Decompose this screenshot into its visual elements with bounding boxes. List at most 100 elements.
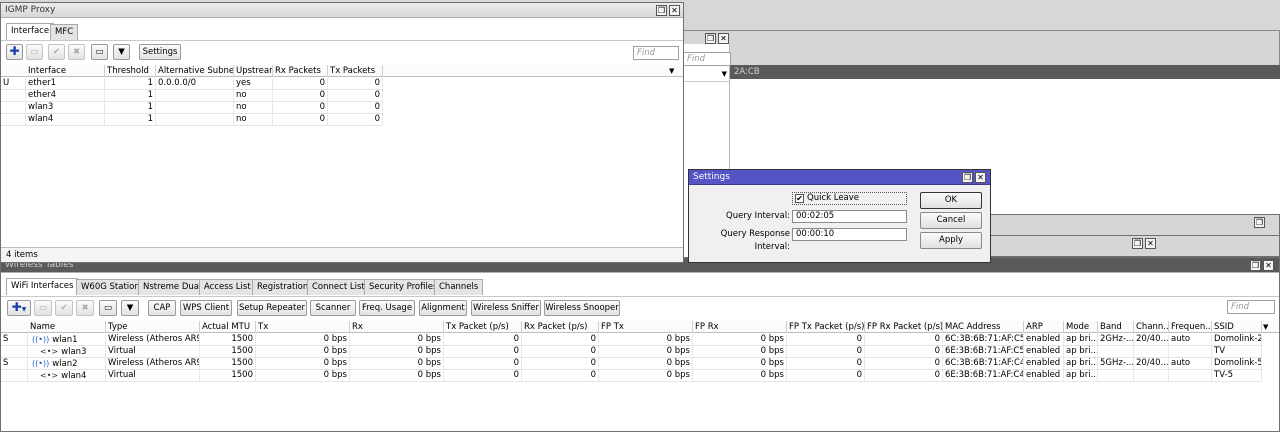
comment-button[interactable]: ▭ <box>91 44 108 60</box>
virtual-interface-icon: <•> <box>40 347 59 356</box>
add-button[interactable]: ✚▼ <box>7 300 31 316</box>
column-header-interface[interactable]: Interface <box>26 65 105 77</box>
igmp-find-input[interactable]: Find <box>633 46 679 60</box>
column-header-rx-packet-p-s-[interactable]: Rx Packet (p/s) <box>522 321 599 333</box>
filter-button[interactable]: ▼ <box>113 44 130 60</box>
igmp-titlebar[interactable]: IGMP Proxy <box>1 3 683 18</box>
tab-registration[interactable]: Registration <box>252 279 314 295</box>
alignment-button[interactable]: Alignment <box>419 300 467 316</box>
column-header-alternative-subnets[interactable]: Alternative Subnets <box>156 65 234 77</box>
restore-icon[interactable]: ❐ <box>1250 260 1261 271</box>
column-header-ssid[interactable]: SSID <box>1212 321 1262 333</box>
background-window-text: 2A:CB <box>734 67 760 77</box>
enable-button[interactable]: ✔ <box>48 44 65 60</box>
table-row[interactable]: ether4 1 no 0 0 <box>1 90 383 102</box>
close-icon[interactable]: ✕ <box>669 5 680 16</box>
freq-usage-button[interactable]: Freq. Usage <box>359 300 415 316</box>
restore-icon[interactable]: ❐ <box>1254 217 1265 228</box>
close-icon[interactable]: ✕ <box>1263 260 1274 271</box>
column-header-fp-tx[interactable]: FP Tx <box>599 321 693 333</box>
remove-button[interactable]: ▭ <box>26 44 43 60</box>
column-header-fp-tx-packet-p-s-[interactable]: FP Tx Packet (p/s) <box>787 321 865 333</box>
column-header-upstream[interactable]: Upstream <box>234 65 273 77</box>
column-header-chann-[interactable]: Chann... <box>1134 321 1169 333</box>
items-count: 4 items <box>6 250 38 260</box>
close-icon[interactable]: ✕ <box>1145 238 1156 249</box>
tab-connect-list[interactable]: Connect List <box>307 279 370 295</box>
interface-name: wlan2 <box>52 359 78 369</box>
cell-fptx: 0 bps <box>599 358 693 369</box>
tab-security-profiles[interactable]: Security Profiles <box>364 279 443 295</box>
cap-button[interactable]: CAP <box>148 300 176 316</box>
filter-button[interactable]: ▼ <box>121 300 139 316</box>
restore-icon[interactable]: ❐ <box>1132 238 1143 249</box>
table-row[interactable]: S ((•)) wlan1 Wireless (Atheros AR9... 1500 0… <box>1 334 1262 346</box>
column-header-name[interactable]: Name <box>28 321 106 333</box>
tab-interface[interactable]: Interface <box>6 23 55 40</box>
tab-w60g-station[interactable]: W60G Station <box>76 279 145 295</box>
disable-button[interactable]: ✖ <box>68 44 85 60</box>
column-header-arp[interactable]: ARP <box>1024 321 1064 333</box>
column-header-mac-address[interactable]: MAC Address <box>943 321 1024 333</box>
cell-interface: ether1 <box>26 78 105 89</box>
column-header-frequen-[interactable]: Frequen... <box>1169 321 1212 333</box>
tab-channels[interactable]: Channels <box>434 279 484 295</box>
column-header-tx-packets[interactable]: Tx Packets <box>328 65 383 77</box>
cell-rx: 0 <box>273 102 328 113</box>
columns-dropdown-icon[interactable]: ▼ <box>1263 321 1268 333</box>
table-row[interactable]: <•> wlan3 Virtual 1500 0 bps 0 bps 0 0 0 bps 0 bp… <box>1 346 1262 358</box>
column-header-actual-mtu[interactable]: Actual MTU <box>200 321 256 333</box>
cell-type: Wireless (Atheros AR9... <box>108 358 200 369</box>
setup-repeater-button[interactable]: Setup Repeater <box>237 300 307 316</box>
enable-button[interactable]: ✔ <box>55 300 73 316</box>
restore-icon[interactable]: ❐ <box>705 33 716 44</box>
wps-client-button[interactable]: WPS Client <box>180 300 232 316</box>
disable-button[interactable]: ✖ <box>76 300 94 316</box>
background-find-input[interactable]: Find <box>683 52 731 66</box>
cell-rx: 0 <box>273 114 328 125</box>
column-header-tx-packet-p-s-[interactable]: Tx Packet (p/s) <box>444 321 522 333</box>
tab-mfc[interactable]: MFC <box>50 24 79 40</box>
table-row[interactable]: wlan4 1 no 0 0 <box>1 114 383 126</box>
close-icon[interactable]: ✕ <box>718 33 729 44</box>
column-header-mode[interactable]: Mode <box>1064 321 1098 333</box>
query-interval-input[interactable]: 00:02:05 <box>792 210 907 223</box>
settings-titlebar[interactable]: Settings <box>689 170 990 185</box>
column-header-fp-rx-packet-p-s-[interactable]: FP Rx Packet (p/s) <box>865 321 943 333</box>
restore-icon[interactable]: ❐ <box>656 5 667 16</box>
table-row[interactable]: <•> wlan4 Virtual 1500 0 bps 0 bps 0 0 0 bps 0 bp… <box>1 370 1262 382</box>
cell-mode: ap bri... <box>1066 358 1098 369</box>
close-icon[interactable]: ✕ <box>975 172 986 183</box>
column-header-tx[interactable]: Tx <box>256 321 350 333</box>
column-header-type[interactable]: Type <box>106 321 200 333</box>
apply-button[interactable]: Apply <box>920 232 982 249</box>
column-header-rx[interactable]: Rx <box>350 321 444 333</box>
column-header-threshold[interactable]: Threshold <box>105 65 156 77</box>
tab-wifi-interfaces[interactable]: WiFi Interfaces <box>6 278 79 295</box>
scanner-button[interactable]: Scanner <box>310 300 356 316</box>
cell-fprx: 0 bps <box>693 334 787 345</box>
tab-nstreme-dual[interactable]: Nstreme Dual <box>138 279 207 295</box>
add-button[interactable]: ✚ <box>6 44 23 60</box>
table-row[interactable]: Uether1 1 0.0.0.0/0 yes 0 0 <box>1 78 383 90</box>
query-response-interval-input[interactable]: 00:00:10 <box>792 228 907 241</box>
wireless-find-input[interactable]: Find <box>1227 300 1275 314</box>
remove-button[interactable]: ▭ <box>34 300 52 316</box>
dropdown-icon[interactable]: ▼ <box>722 70 727 78</box>
table-row[interactable]: S ((•)) wlan2 Wireless (Atheros AR9... 1500 0… <box>1 358 1262 370</box>
cell-mode: ap bri... <box>1066 346 1098 357</box>
columns-dropdown-icon[interactable]: ▼ <box>669 65 674 77</box>
wireless-sniffer-button[interactable]: Wireless Sniffer <box>471 300 541 316</box>
ok-button[interactable]: OK <box>920 192 982 209</box>
comment-button[interactable]: ▭ <box>99 300 117 316</box>
column-header-rx-packets[interactable]: Rx Packets <box>273 65 328 77</box>
wireless-snooper-button[interactable]: Wireless Snooper <box>544 300 620 316</box>
cancel-button[interactable]: Cancel <box>920 212 982 229</box>
settings-button[interactable]: Settings <box>139 44 181 60</box>
column-header-band[interactable]: Band <box>1098 321 1134 333</box>
restore-icon[interactable]: ❐ <box>962 172 973 183</box>
quick-leave-checkbox[interactable]: ✔ Quick Leave <box>792 192 907 205</box>
table-row[interactable]: wlan3 1 no 0 0 <box>1 102 383 114</box>
column-header-fp-rx[interactable]: FP Rx <box>693 321 787 333</box>
tab-access-list[interactable]: Access List <box>199 279 256 295</box>
